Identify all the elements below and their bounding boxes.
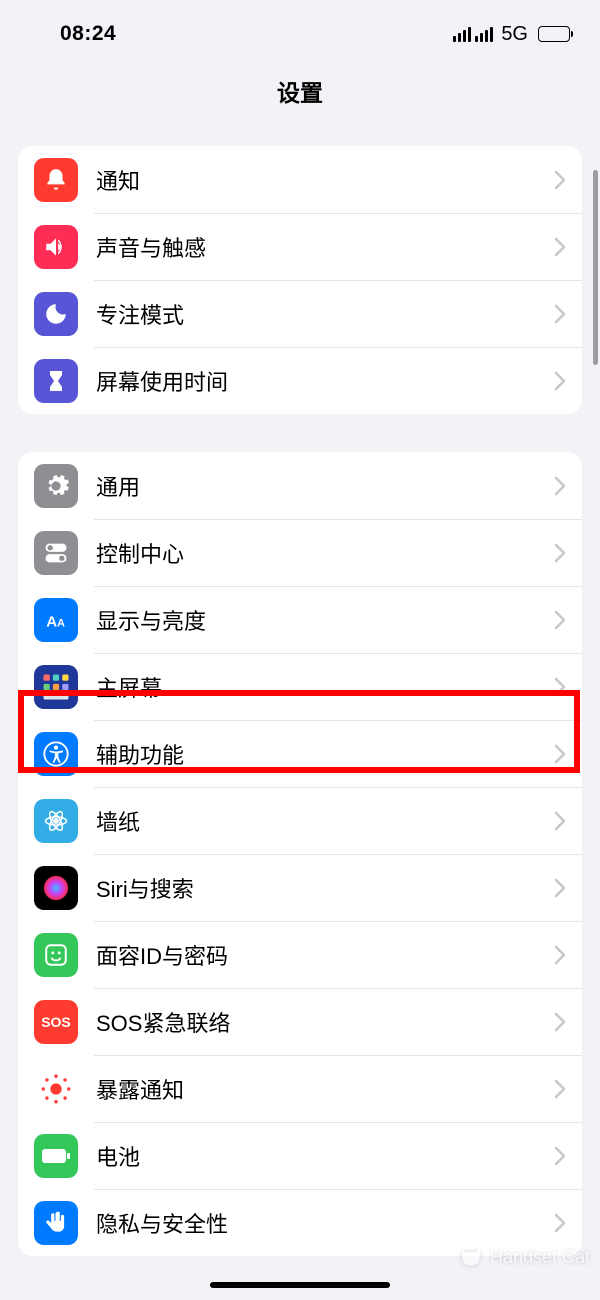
settings-row-screentime[interactable]: 屏幕使用时间 — [18, 347, 582, 414]
flower-icon — [34, 799, 78, 843]
chevron-right-icon — [554, 677, 566, 697]
signal-icon — [453, 27, 493, 42]
chevron-right-icon — [554, 237, 566, 257]
settings-row-sounds[interactable]: 声音与触感 — [18, 213, 582, 280]
settings-row-display[interactable]: AA 显示与亮度 — [18, 586, 582, 653]
chevron-right-icon — [554, 610, 566, 630]
chevron-right-icon — [554, 371, 566, 391]
chevron-right-icon — [554, 744, 566, 764]
row-label: 面容ID与密码 — [96, 939, 554, 971]
row-label: 专注模式 — [96, 298, 554, 330]
chevron-right-icon — [554, 811, 566, 831]
settings-group: 通知声音与触感专注模式屏幕使用时间 — [18, 146, 582, 414]
exposure-icon — [34, 1067, 78, 1111]
cat-icon — [458, 1244, 484, 1270]
row-label: 通知 — [96, 164, 554, 196]
toggles-icon — [34, 531, 78, 575]
hourglass-icon — [34, 359, 78, 403]
row-label: 通用 — [96, 470, 554, 502]
text-size-icon: AA — [34, 598, 78, 642]
settings-row-control-center[interactable]: 控制中心 — [18, 519, 582, 586]
settings-row-general[interactable]: 通用 — [18, 452, 582, 519]
row-label: 辅助功能 — [96, 738, 554, 770]
status-bar: 08:24 5G — [0, 0, 600, 60]
row-label: 电池 — [96, 1140, 554, 1172]
hand-icon — [34, 1201, 78, 1245]
watermark: Handset Cat — [458, 1244, 590, 1270]
settings-row-home-screen[interactable]: 主屏幕 — [18, 653, 582, 720]
settings-group: 通用控制中心AA显示与亮度主屏幕辅助功能墙纸Siri与搜索面容ID与密码SOSS… — [18, 452, 582, 1256]
settings-row-siri[interactable]: Siri与搜索 — [18, 854, 582, 921]
svg-text:A: A — [46, 613, 57, 630]
settings-row-faceid[interactable]: 面容ID与密码 — [18, 921, 582, 988]
sos-icon: SOS — [34, 1000, 78, 1044]
status-indicators: 5G — [453, 23, 570, 46]
page-title: 设置 — [0, 60, 600, 124]
row-label: 显示与亮度 — [96, 604, 554, 636]
bell-icon — [34, 158, 78, 202]
battery-icon — [538, 26, 570, 42]
svg-text:SOS: SOS — [41, 1014, 71, 1030]
chevron-right-icon — [554, 1213, 566, 1233]
chevron-right-icon — [554, 543, 566, 563]
settings-list: 通知声音与触感专注模式屏幕使用时间通用控制中心 AA 显示与亮度主屏幕辅助功能墙纸 S… — [0, 146, 600, 1256]
grid-icon — [34, 665, 78, 709]
scroll-indicator[interactable] — [593, 170, 598, 365]
chevron-right-icon — [554, 945, 566, 965]
battery-icon — [34, 1134, 78, 1178]
settings-row-wallpaper[interactable]: 墙纸 — [18, 787, 582, 854]
row-label: Siri与搜索 — [96, 872, 554, 904]
chevron-right-icon — [554, 476, 566, 496]
gear-icon — [34, 464, 78, 508]
row-label: 隐私与安全性 — [96, 1207, 554, 1239]
settings-row-accessibility[interactable]: 辅助功能 — [18, 720, 582, 787]
svg-text:A: A — [57, 617, 65, 629]
row-label: 控制中心 — [96, 537, 554, 569]
settings-row-exposure[interactable]: 暴露通知 — [18, 1055, 582, 1122]
chevron-right-icon — [554, 170, 566, 190]
face-icon — [34, 933, 78, 977]
row-label: 墙纸 — [96, 805, 554, 837]
chevron-right-icon — [554, 878, 566, 898]
settings-row-battery[interactable]: 电池 — [18, 1122, 582, 1189]
settings-row-focus[interactable]: 专注模式 — [18, 280, 582, 347]
siri-icon — [34, 866, 78, 910]
speaker-icon — [34, 225, 78, 269]
chevron-right-icon — [554, 1012, 566, 1032]
chevron-right-icon — [554, 1079, 566, 1099]
settings-row-sos[interactable]: SOS SOS紧急联络 — [18, 988, 582, 1055]
chevron-right-icon — [554, 1146, 566, 1166]
row-label: 暴露通知 — [96, 1073, 554, 1105]
home-indicator[interactable] — [210, 1282, 390, 1288]
network-label: 5G — [501, 23, 528, 46]
row-label: 主屏幕 — [96, 671, 554, 703]
status-time: 08:24 — [60, 22, 116, 46]
watermark-text: Handset Cat — [490, 1247, 590, 1268]
row-label: SOS紧急联络 — [96, 1006, 554, 1038]
accessibility-icon — [34, 732, 78, 776]
row-label: 声音与触感 — [96, 231, 554, 263]
moon-icon — [34, 292, 78, 336]
row-label: 屏幕使用时间 — [96, 365, 554, 397]
settings-row-notifications[interactable]: 通知 — [18, 146, 582, 213]
chevron-right-icon — [554, 304, 566, 324]
